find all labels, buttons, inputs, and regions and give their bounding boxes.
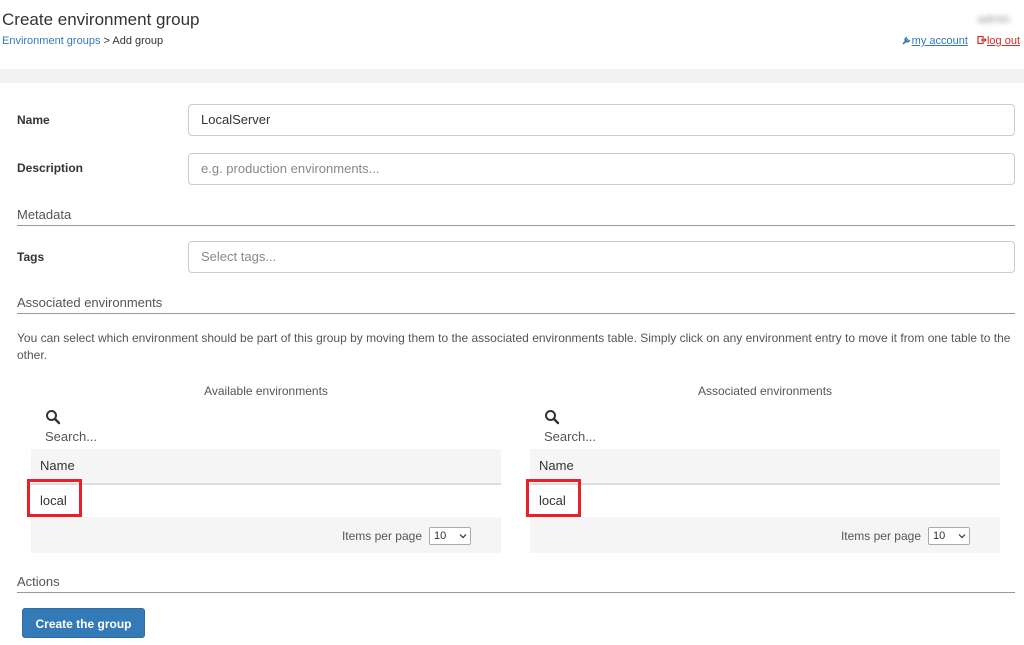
- log-out-link[interactable]: log out: [977, 35, 1020, 47]
- chevron-down-icon: [459, 534, 467, 539]
- table-row[interactable]: local: [526, 479, 1000, 517]
- my-account-link[interactable]: my account: [902, 35, 971, 47]
- available-search-input[interactable]: Search...: [45, 429, 97, 444]
- available-items-per-page-label: Items per page: [341, 529, 422, 543]
- create-group-button[interactable]: Create the group: [22, 608, 145, 638]
- user-links: my account log out: [902, 35, 1020, 47]
- available-name-column[interactable]: Name: [40, 458, 75, 473]
- breadcrumb-separator: >: [100, 35, 113, 47]
- associated-environments-table: Associated environments Search... Name l…: [526, 383, 1000, 553]
- available-search[interactable]: Search...: [45, 409, 501, 449]
- user-name: admin: [977, 12, 1010, 26]
- associated-table-title: Associated environments: [697, 384, 833, 398]
- header-divider-band: [0, 69, 1024, 83]
- associated-table-header: Name: [530, 449, 1000, 485]
- associated-search[interactable]: Search...: [544, 409, 1000, 449]
- available-environments-table: Available environments Search... Name lo…: [27, 383, 501, 553]
- available-table-header: Name: [31, 449, 501, 485]
- metadata-section-title: Metadata: [17, 207, 72, 222]
- log-out-label: log out: [986, 35, 1020, 47]
- table-row[interactable]: local: [27, 479, 501, 517]
- associated-name-column[interactable]: Name: [539, 458, 574, 473]
- associated-items-per-page-label: Items per page: [840, 529, 921, 543]
- description-label: Description: [17, 161, 84, 175]
- page-title: Create environment group: [2, 10, 200, 29]
- chevron-down-icon: [958, 534, 966, 539]
- associated-search-input[interactable]: Search...: [544, 429, 596, 444]
- name-input[interactable]: LocalServer: [188, 104, 1015, 136]
- breadcrumb-environment-groups-link[interactable]: Environment groups: [2, 35, 100, 47]
- available-table-title: Available environments: [204, 384, 328, 398]
- associated-info-text: You can select which environment should …: [17, 331, 1011, 362]
- logout-icon: [977, 35, 987, 45]
- actions-section-title: Actions: [17, 574, 60, 589]
- associated-section-title: Associated environments: [17, 295, 163, 310]
- tags-label: Tags: [17, 250, 45, 264]
- tags-select[interactable]: Select tags...: [188, 241, 1015, 273]
- metadata-divider: [17, 225, 1015, 226]
- actions-divider: [17, 592, 1015, 593]
- breadcrumb-current: Add group: [112, 35, 164, 47]
- available-env-name: local: [40, 493, 67, 508]
- associated-divider: [17, 313, 1015, 314]
- available-items-per-page-select[interactable]: 10: [429, 527, 471, 545]
- my-account-label: my account: [911, 35, 968, 47]
- page-header: Create environment group Environment gro…: [0, 0, 1024, 69]
- search-icon: [46, 410, 61, 425]
- search-icon: [545, 410, 560, 425]
- available-table-footer: Items per page 10: [31, 517, 501, 553]
- wrench-icon: [902, 36, 910, 45]
- associated-items-per-page-select[interactable]: 10: [928, 527, 970, 545]
- associated-env-name: local: [539, 493, 566, 508]
- available-items-per-page-value: 10: [434, 530, 447, 542]
- name-label: Name: [17, 113, 50, 127]
- associated-table-footer: Items per page 10: [530, 517, 1000, 553]
- associated-items-per-page-value: 10: [933, 530, 946, 542]
- breadcrumb: Environment groups > Add group: [2, 35, 163, 47]
- description-input[interactable]: e.g. production environments...: [188, 153, 1015, 185]
